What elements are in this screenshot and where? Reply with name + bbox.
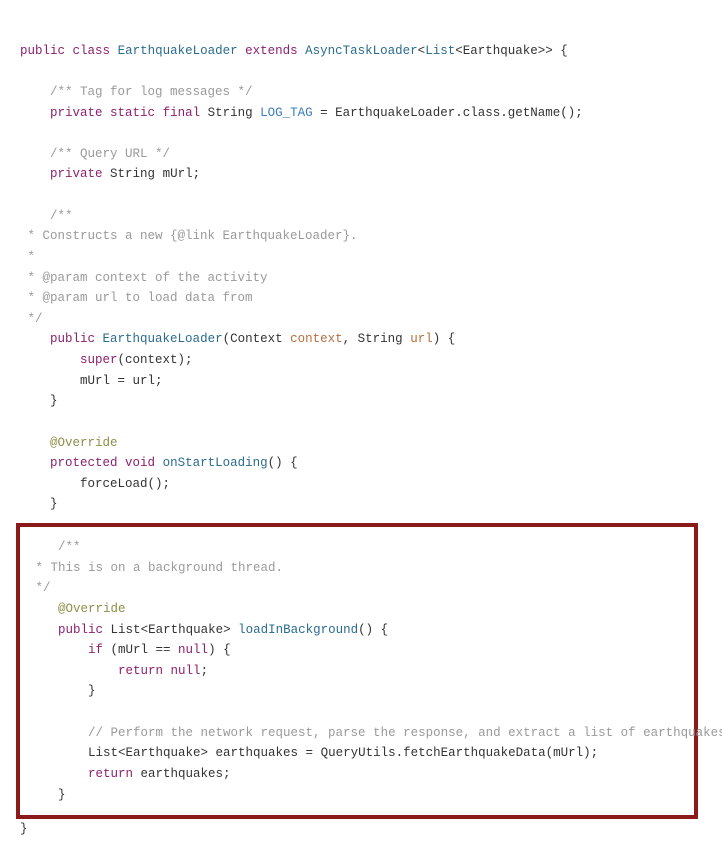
cond-end: ) { xyxy=(208,643,231,657)
keyword-static: static xyxy=(110,106,155,120)
hl-comment-line: // Perform the network request, parse th… xyxy=(88,726,722,740)
keyword-null: null xyxy=(178,643,208,657)
super-arg: (context); xyxy=(118,353,193,367)
list-type: List xyxy=(425,44,455,58)
ret-val: earthquakes; xyxy=(133,767,231,781)
ctor-c1: /** xyxy=(50,209,73,223)
hl-c2: * This is on a background thread. xyxy=(28,561,283,575)
eq: = xyxy=(313,106,336,120)
if-cond: (mUrl == xyxy=(103,643,178,657)
keyword-final: final xyxy=(163,106,201,120)
ret-generic: <Earthquake> xyxy=(141,623,231,637)
class-name: EarthquakeLoader xyxy=(118,44,238,58)
line: public class EarthquakeLoader extends As… xyxy=(20,44,568,58)
annotation-override: @Override xyxy=(50,436,118,450)
rhs-class: EarthquakeLoader xyxy=(335,106,455,120)
keyword-private: private xyxy=(50,106,103,120)
ctor-c4: * @param context of the activity xyxy=(20,271,268,285)
field-murl: mUrl; xyxy=(163,167,201,181)
annotation-override2: @Override xyxy=(58,602,126,616)
hl-sig: () { xyxy=(358,623,388,637)
keyword-class: class xyxy=(73,44,111,58)
decl-rest: <Earthquake> earthquakes = QueryUtils.fe… xyxy=(118,746,598,760)
keyword-protected: protected xyxy=(50,456,118,470)
ctor-context-param: context xyxy=(290,332,343,346)
brace: { xyxy=(553,44,568,58)
super-call: super xyxy=(80,353,118,367)
inner-generic: <Earthquake>> xyxy=(455,44,553,58)
keyword-return2: return xyxy=(88,767,133,781)
ctor-name: EarthquakeLoader xyxy=(103,332,223,346)
ctor-url-param: url xyxy=(410,332,433,346)
brace-close3: } xyxy=(88,684,96,698)
keyword-public3: public xyxy=(58,623,103,637)
ctor-c5: * @param url to load data from xyxy=(20,291,253,305)
onstart-sig: () { xyxy=(268,456,298,470)
forceload-call: forceLoad(); xyxy=(80,477,170,491)
ctor-c3: * xyxy=(20,250,35,264)
hl-c3: */ xyxy=(28,581,51,595)
brace-close2: } xyxy=(50,497,58,511)
highlighted-region: /** * This is on a background thread. */… xyxy=(16,523,698,819)
var-logtag: LOG_TAG xyxy=(260,106,313,120)
keyword-void: void xyxy=(125,456,155,470)
keyword-extends: extends xyxy=(245,44,298,58)
code-block: public class EarthquakeLoader extends As… xyxy=(20,20,702,840)
ctor-assign: mUrl = url; xyxy=(80,374,163,388)
ret-list: List xyxy=(111,623,141,637)
decl-list: List xyxy=(88,746,118,760)
brace-close: } xyxy=(50,394,58,408)
keyword-if: if xyxy=(88,643,103,657)
keyword-public: public xyxy=(20,44,65,58)
ctor-sig-end: ) { xyxy=(433,332,456,346)
keyword-private2: private xyxy=(50,167,103,181)
semi: ; xyxy=(201,664,209,678)
type-string2: String xyxy=(110,167,155,181)
keyword-null2: null xyxy=(171,664,201,678)
rhs-tail: .class.getName(); xyxy=(455,106,583,120)
ctor-context-type: Context xyxy=(230,332,283,346)
super-type: AsyncTaskLoader xyxy=(305,44,418,58)
keyword-public2: public xyxy=(50,332,95,346)
method-onstartloading: onStartLoading xyxy=(163,456,268,470)
ctor-c2: * Constructs a new {@link EarthquakeLoad… xyxy=(20,229,358,243)
ctor-string-type: String xyxy=(358,332,403,346)
brace-close-outer: } xyxy=(20,822,28,836)
comment-query: /** Query URL */ xyxy=(50,147,170,161)
keyword-return: return xyxy=(118,664,163,678)
method-loadinbackground: loadInBackground xyxy=(238,623,358,637)
comment-tag: /** Tag for log messages */ xyxy=(50,85,253,99)
type-string: String xyxy=(208,106,253,120)
hl-c1: /** xyxy=(58,540,81,554)
ctor-c6: */ xyxy=(20,312,43,326)
